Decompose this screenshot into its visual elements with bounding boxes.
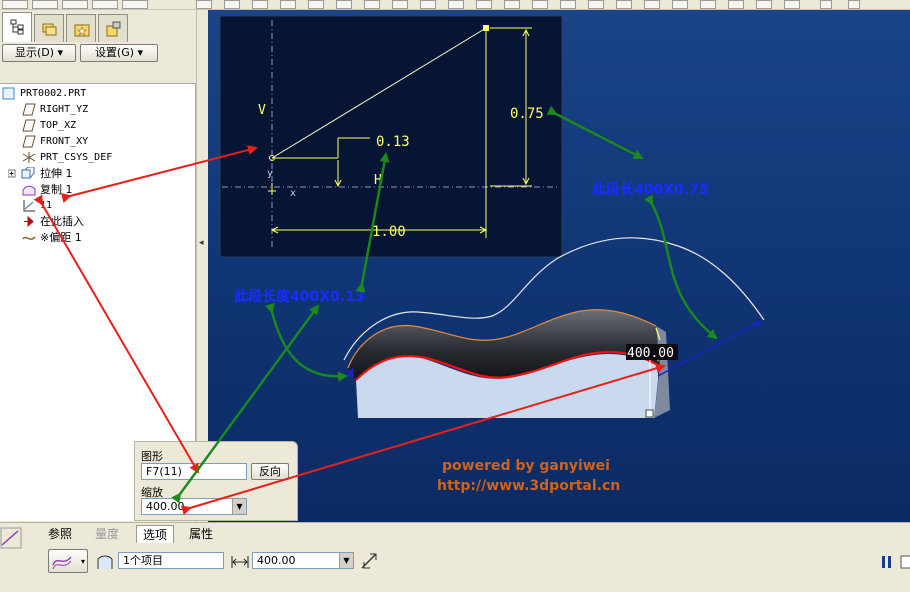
tab-favorites[interactable] xyxy=(66,14,96,42)
toolbar-button[interactable] xyxy=(476,0,492,9)
tab-options[interactable]: 选项 xyxy=(136,525,175,543)
feature-dashboard: 参照 量度 选项 属性 ▾ 1个项目 400.00 ▼ xyxy=(0,522,910,592)
tab-folder-browser[interactable] xyxy=(34,14,64,42)
insert-here-icon xyxy=(24,215,34,228)
toolbar-button[interactable] xyxy=(756,0,772,9)
toolbar-button[interactable] xyxy=(392,0,408,9)
offset-surface-icon xyxy=(52,556,72,570)
toolbar-button[interactable] xyxy=(616,0,632,9)
toolbar-button[interactable] xyxy=(672,0,688,9)
tab-connections[interactable] xyxy=(98,14,128,42)
graph-field[interactable]: F7(11) xyxy=(141,463,247,480)
folder-icon xyxy=(42,23,57,36)
toolbar-button[interactable] xyxy=(848,0,860,9)
chevron-down-icon[interactable]: ▼ xyxy=(232,499,246,514)
toolbar-button[interactable] xyxy=(336,0,352,9)
tree-options-bar: 显示(D) ▾ 设置(G) ▾ xyxy=(0,43,196,63)
view-tool-button[interactable] xyxy=(92,0,118,9)
datum-plane-icon xyxy=(22,103,36,116)
toolbar-button[interactable] xyxy=(420,0,436,9)
flip-direction-icon[interactable] xyxy=(360,552,378,570)
toolbar-button[interactable] xyxy=(364,0,380,9)
navigator-tabs xyxy=(0,12,196,42)
tab-measure[interactable]: 量度 xyxy=(89,525,125,543)
datum-plane-icon xyxy=(22,119,36,132)
wavy-surface-model[interactable] xyxy=(343,237,765,418)
chevron-down-icon[interactable]: ▼ xyxy=(339,553,353,568)
settings-menu-button[interactable]: 设置(G) ▾ xyxy=(80,44,158,62)
reverse-button[interactable]: 反向 xyxy=(251,463,289,480)
datum-plane-icon xyxy=(22,135,36,148)
toolbar-button[interactable] xyxy=(504,0,520,9)
toolbar-button[interactable] xyxy=(532,0,548,9)
offset-distance-input[interactable]: 400.00 ▼ xyxy=(252,552,354,569)
toolbar-button[interactable] xyxy=(252,0,268,9)
collapse-panel-icon[interactable]: ◂ xyxy=(199,238,204,248)
graphics-viewport[interactable]: V H y x 0.13 0.75 1.00 400.00 此段长度400X0.… xyxy=(208,10,910,522)
graph-sketch-window: V H y x 0.13 0.75 1.00 xyxy=(219,15,563,258)
surface-type-button[interactable]: ▾ xyxy=(48,549,88,573)
sketch-x-axis-label: x xyxy=(290,188,296,199)
copy-surface-icon xyxy=(22,185,36,196)
toolbar-button[interactable] xyxy=(280,0,296,9)
sketch-v-label: V xyxy=(258,103,266,118)
view-tool-button[interactable] xyxy=(2,0,28,9)
references-collector[interactable]: 1个项目 xyxy=(118,552,224,569)
annotation-segment-013: 此段长度400X0.13 xyxy=(234,288,365,305)
graph-label: 图形 xyxy=(141,450,163,463)
sketch-dimension-075[interactable]: 0.75 xyxy=(510,106,544,122)
favorites-icon xyxy=(74,24,90,37)
offset-icon xyxy=(22,236,36,240)
tab-model-tree[interactable] xyxy=(2,12,32,42)
toolbar-button[interactable] xyxy=(728,0,744,9)
toolbar-button[interactable] xyxy=(644,0,660,9)
graph-feature-icon xyxy=(0,527,22,549)
tab-references[interactable]: 参照 xyxy=(42,525,78,543)
options-panel: 图形 F7(11) 反向 缩放 400.00 ▼ xyxy=(134,441,298,521)
tab-properties[interactable]: 属性 xyxy=(183,525,219,543)
chevron-down-icon: ▾ xyxy=(80,557,85,566)
toolbar-button[interactable] xyxy=(820,0,832,9)
distance-icon xyxy=(231,556,249,568)
sketch-y-axis-label: y xyxy=(267,168,273,179)
toolbar-button[interactable] xyxy=(588,0,604,9)
model-tree-icon xyxy=(10,19,24,35)
connections-icon xyxy=(106,21,121,37)
toolbar-button[interactable] xyxy=(784,0,800,9)
annotation-segment-075: 此段长400X0.75 xyxy=(592,181,709,198)
csys-icon xyxy=(22,152,36,163)
viewport-canvas[interactable]: V H y x 0.13 0.75 1.00 400.00 此段长度400X0.… xyxy=(208,10,910,522)
graph-icon xyxy=(23,200,35,212)
show-menu-button[interactable]: 显示(D) ▾ xyxy=(2,44,76,62)
surface-collect-icon xyxy=(97,555,113,569)
sketch-h-label: H xyxy=(374,173,382,188)
watermark-url: http://www.3dportal.cn xyxy=(437,478,620,494)
toolbar-button[interactable] xyxy=(560,0,576,9)
toolbar-button[interactable] xyxy=(308,0,324,9)
pause-icon[interactable] xyxy=(880,555,894,569)
sketch-dimension-013[interactable]: 0.13 xyxy=(376,134,410,150)
view-tool-button[interactable] xyxy=(62,0,88,9)
preview-icon[interactable] xyxy=(900,555,910,569)
main-toolbar xyxy=(0,0,910,10)
toolbar-button[interactable] xyxy=(224,0,240,9)
part-icon xyxy=(2,87,15,100)
sketch-dimension-100[interactable]: 1.00 xyxy=(372,224,406,240)
scale-input[interactable]: 400.00 ▼ xyxy=(141,498,247,515)
extrude-icon xyxy=(8,167,35,179)
view-tool-button[interactable] xyxy=(122,0,148,9)
toolbar-button[interactable] xyxy=(700,0,716,9)
view-tool-button[interactable] xyxy=(32,0,58,9)
toolbar-button[interactable] xyxy=(196,0,212,9)
dimension-label-400[interactable]: 400.00 xyxy=(626,344,678,361)
svg-text:400.00: 400.00 xyxy=(627,346,674,361)
toolbar-button[interactable] xyxy=(448,0,464,9)
watermark-powered-by: powered by ganyiwei xyxy=(442,458,610,474)
